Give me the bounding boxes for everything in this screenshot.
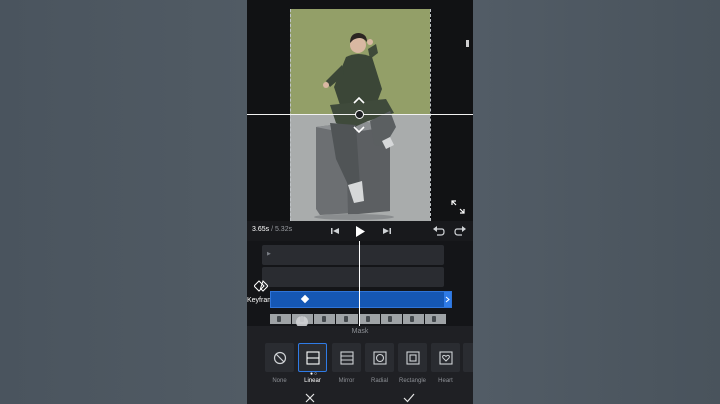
mask-option-mirror[interactable]: Mirror: [332, 343, 361, 384]
current-time: 3.65s: [252, 226, 270, 233]
filmstrip-frame: [358, 314, 380, 324]
none-icon: [273, 351, 286, 364]
mask-option-none[interactable]: None: [265, 343, 294, 384]
mask-option-heart[interactable]: Heart: [431, 343, 460, 384]
play-button[interactable]: [353, 224, 367, 238]
filmstrip-frame: [402, 314, 424, 324]
filmstrip-frame: [270, 314, 292, 324]
indicator-mark: [466, 40, 469, 47]
undo-button[interactable]: [432, 224, 446, 238]
radial-mask-icon: [372, 350, 387, 365]
filmstrip-frame: [380, 314, 402, 324]
playhead[interactable]: [359, 241, 360, 327]
mirror-mask-icon: [339, 350, 354, 365]
mask-option-label: Rectangle: [398, 378, 427, 384]
play-icon: [356, 225, 365, 237]
crop-guide-left: [290, 9, 291, 221]
mask-option-radial[interactable]: Radial: [365, 343, 394, 384]
timeline-track-2[interactable]: [262, 267, 444, 287]
chevron-right-icon: [445, 296, 450, 303]
mask-option-label: Mirror: [338, 378, 355, 384]
selected-clip[interactable]: [270, 291, 452, 308]
total-time: / 5.32s: [271, 226, 293, 233]
blurred-background-left: [0, 0, 247, 404]
rectangle-mask-icon: [405, 350, 420, 365]
mask-option-more[interactable]: [463, 343, 473, 372]
mask-option-label: Radial: [370, 378, 388, 384]
linear-mask-icon: [305, 350, 320, 365]
mask-panel: Mask None ●○ Linear Mirror Radial Rectan…: [247, 326, 473, 404]
feather-up-chevron-icon[interactable]: [352, 95, 366, 105]
playback-controls: 3.65s / 5.32s: [247, 221, 473, 241]
mask-panel-title: Mask: [351, 328, 369, 335]
mask-option-label: None: [272, 378, 287, 384]
crop-guide-right: [430, 9, 431, 221]
linear-variant-dots: ●○: [310, 371, 319, 377]
phone-screen: 3.65s / 5.32s ▶ Keyframe Mask None ●○ Li…: [247, 0, 473, 404]
mask-option-label: Linear: [304, 378, 321, 384]
skip-end-icon: [383, 228, 391, 234]
clip-trim-handle[interactable]: [444, 292, 451, 307]
skip-to-end-button[interactable]: [380, 224, 394, 238]
time-readout: 3.65s / 5.32s: [252, 226, 292, 233]
fullscreen-icon[interactable]: [451, 200, 465, 214]
timeline-track-1[interactable]: ▶: [262, 245, 444, 265]
timeline[interactable]: ▶ Keyframe: [247, 241, 473, 327]
filmstrip-frame: [336, 314, 358, 324]
heart-mask-icon: [438, 350, 453, 365]
mask-option-rectangle[interactable]: Rectangle: [398, 343, 427, 384]
keyframe-icon[interactable]: [254, 280, 268, 292]
mask-option-label: Heart: [438, 378, 453, 384]
skip-start-icon: [331, 228, 339, 234]
track-tag: ▶: [267, 251, 271, 257]
video-preview[interactable]: [247, 0, 473, 221]
filmstrip-frame: [424, 314, 446, 324]
cancel-icon[interactable]: [304, 392, 316, 404]
confirm-check-icon[interactable]: [403, 392, 415, 404]
blurred-background-right: [473, 0, 720, 404]
skip-to-start-button[interactable]: [328, 224, 342, 238]
keyframe-marker[interactable]: [300, 294, 310, 304]
filmstrip-frame: [314, 314, 336, 324]
redo-button[interactable]: [453, 224, 467, 238]
mask-center-handle[interactable]: [355, 110, 364, 119]
feather-down-chevron-icon[interactable]: [352, 125, 366, 135]
undo-icon: [433, 226, 445, 236]
redo-icon: [454, 226, 466, 236]
mask-option-linear[interactable]: ●○ Linear: [298, 343, 327, 384]
